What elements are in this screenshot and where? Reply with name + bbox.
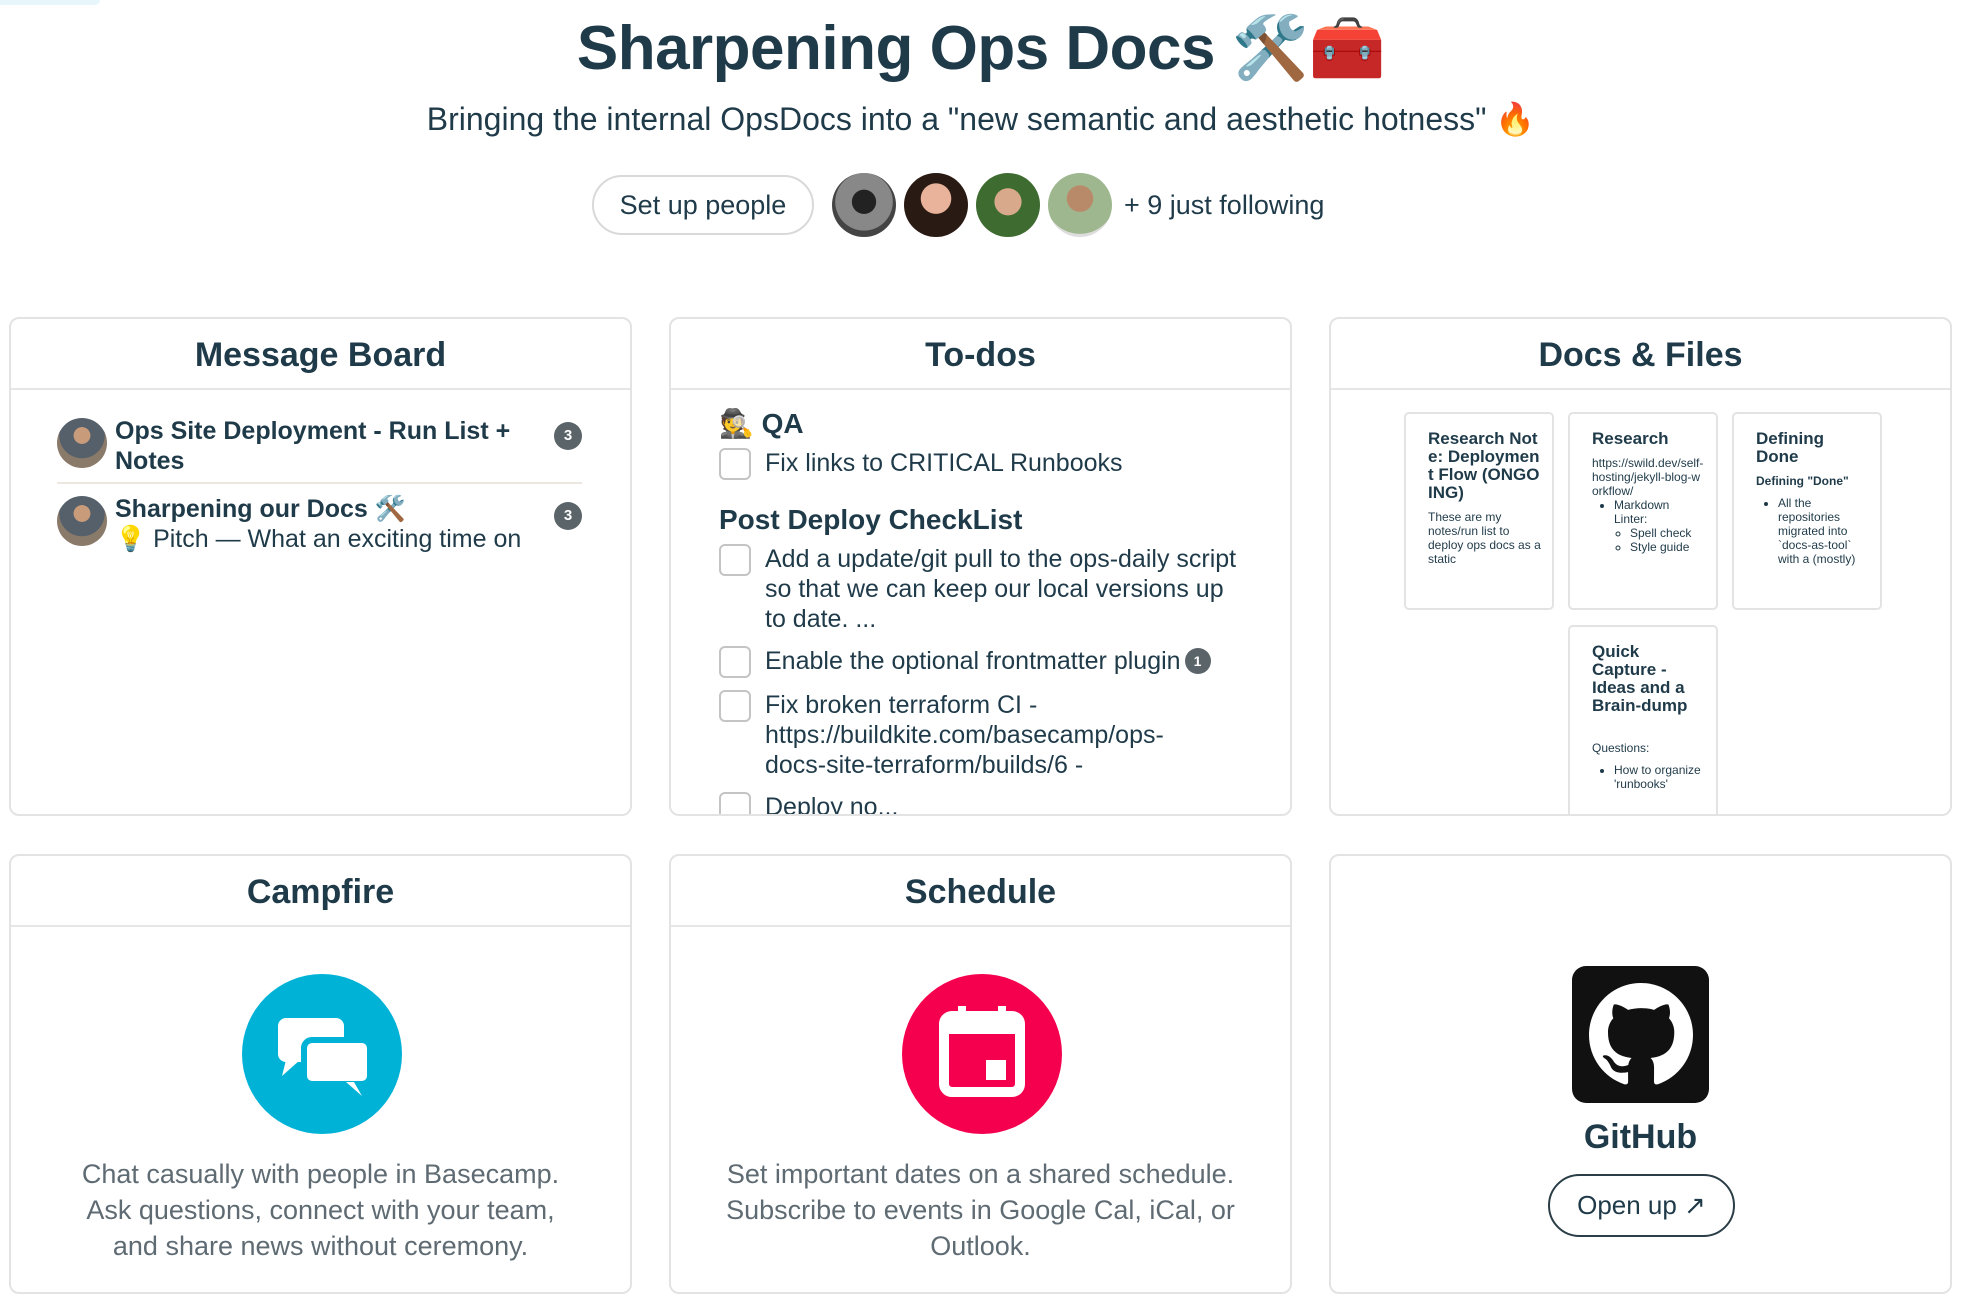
campfire-card[interactable]: Campfire Chat casually with people in Ba… [9,854,632,1294]
doc-thumbnail[interactable]: Research https://swild.dev/self-hosting/… [1568,412,1718,610]
github-icon [1572,966,1709,1103]
doc-thumbnail[interactable]: Quick Capture - Ideas and a Brain-dump Q… [1568,625,1718,814]
todo-text[interactable]: Fix broken terraform CI - https://buildk… [765,690,1199,780]
doc-bullet: Markdown Linter: [1614,498,1706,526]
doc-thumbnail[interactable]: Defining Done Defining "Done" All the re… [1732,412,1882,610]
card-title[interactable]: To-dos [671,319,1290,390]
doc-body: https://swild.dev/self-hosting/jekyll-bl… [1592,456,1704,498]
top-tab[interactable] [0,0,100,5]
doc-title: Research [1592,429,1669,448]
calendar-icon [902,974,1062,1134]
tools-emoji: 🛠️🧰 [1231,14,1386,83]
message-item[interactable]: Ops Site Deployment - Run List + Notes 3 [57,406,582,482]
todo-text[interactable]: Deploy no... [765,792,898,814]
author-avatar [57,496,107,546]
todo-checkbox[interactable] [719,690,751,722]
doc-thumbnail[interactable]: Research Note: Deployment Flow (ONGOING)… [1404,412,1554,610]
message-item[interactable]: Sharpening our Docs 🛠️ 💡 Pitch — What an… [57,482,582,560]
doc-title: Quick Capture - Ideas and a Brain-dump [1592,642,1688,715]
todo-text[interactable]: Fix links to CRITICAL Runbooks [765,448,1123,480]
people-row: Set up people + 9 just following [592,173,1324,237]
schedule-description: Set important dates on a shared schedule… [726,1159,1235,1261]
todo-item: Fix broken terraform CI - https://buildk… [719,690,1199,780]
docs-files-card[interactable]: Docs & Files Research Note: Deployment F… [1329,317,1952,816]
doc-subtitle: Defining "Done" [1756,474,1849,488]
chat-bubbles-icon [242,974,402,1134]
todo-item: Enable the optional frontmatter plugin 1 [719,646,1279,678]
message-title[interactable]: Sharpening our Docs 🛠️ [115,494,535,524]
todo-text[interactable]: Enable the optional frontmatter plugin [765,647,1181,675]
set-up-people-button[interactable]: Set up people [592,175,814,235]
todo-item: Deploy no... [719,792,1239,814]
campfire-description: Chat casually with people in Basecamp. A… [81,1159,560,1261]
message-snippet: 💡 Pitch — What an exciting time on [115,525,522,553]
comment-count-badge: 1 [1184,648,1211,674]
message-board-card[interactable]: Message Board Ops Site Deployment - Run … [9,317,632,816]
page-title: Sharpening Ops Docs 🛠️🧰 [576,14,1386,83]
doc-title: Research Note: Deployment Flow (ONGOING) [1428,429,1540,502]
doc-bullet: How to organize 'runbooks' [1614,763,1706,791]
schedule-card[interactable]: Schedule Set important dates on a shared… [669,854,1292,1294]
card-title[interactable]: Docs & Files [1331,319,1950,390]
doc-body: These are my notes/run list to deploy op… [1428,510,1541,566]
github-name: GitHub [1583,1118,1698,1156]
doc-bullet: Spell check [1630,526,1706,540]
avatar[interactable] [1048,173,1112,237]
avatar[interactable] [904,173,968,237]
author-avatar [57,418,107,468]
todo-item: Add a update/git pull to the ops-daily s… [719,544,1239,634]
todo-checkbox[interactable] [719,646,751,678]
todo-checkbox[interactable] [719,792,751,814]
card-title[interactable]: Schedule [671,856,1290,927]
todo-checkbox[interactable] [719,448,751,480]
fire-emoji: 🔥 [1495,101,1536,137]
todo-list-title[interactable]: 🕵️ QA [719,406,1290,442]
doc-title: Defining Done [1756,429,1824,466]
following-count[interactable]: + 9 just following [1124,190,1324,221]
todo-text[interactable]: Add a update/git pull to the ops-daily s… [765,544,1239,634]
todo-checkbox[interactable] [719,544,751,576]
todo-list-title[interactable]: Post Deploy CheckList [719,502,1290,538]
comment-count-badge: 3 [554,422,582,450]
github-card[interactable]: GitHub Open up ↗ [1329,854,1952,1294]
card-title[interactable]: Campfire [11,856,630,927]
doc-bullet: Style guide [1630,540,1706,554]
avatar[interactable] [976,173,1040,237]
avatar[interactable] [832,173,896,237]
open-up-button[interactable]: Open up ↗ [1548,1174,1735,1237]
message-title[interactable]: Ops Site Deployment - Run List + Notes [115,416,535,476]
card-title[interactable]: Message Board [11,319,630,390]
doc-body: Questions: [1592,741,1650,755]
comment-count-badge: 3 [554,502,582,530]
doc-bullet: All the repositories migrated into `docs… [1778,496,1870,566]
page-subtitle: Bringing the internal OpsDocs into a "ne… [426,101,1536,137]
todos-card[interactable]: To-dos 🕵️ QA Fix links to CRITICAL Runbo… [669,317,1292,816]
todo-item: Fix links to CRITICAL Runbooks [719,448,1239,480]
